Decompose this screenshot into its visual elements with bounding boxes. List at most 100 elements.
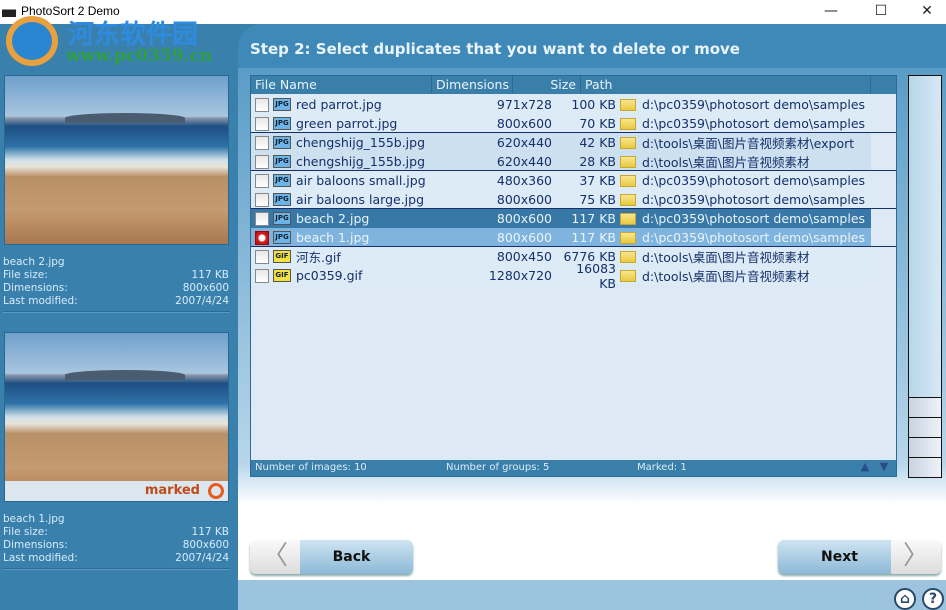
gif-file-icon: GIF: [273, 269, 291, 282]
file-name: green parrot.jpg: [296, 116, 398, 131]
row-checkbox[interactable]: [255, 154, 269, 169]
file-name: beach 1.jpg: [296, 230, 370, 245]
dimensions: 800x600: [496, 230, 552, 245]
divider: [3, 568, 230, 570]
chevron-left-icon: 〈: [250, 540, 300, 574]
row-checkbox[interactable]: [255, 249, 269, 264]
col-path[interactable]: Path: [581, 76, 871, 94]
path: d:\pc0359\photosort demo\samples: [642, 173, 866, 188]
table-row[interactable]: JPG beach 2.jpg 800x600 117 KB d:\pc0359\pho…: [251, 209, 871, 228]
col-file-name[interactable]: File Name: [251, 76, 432, 94]
gif-file-icon: GIF: [273, 250, 291, 263]
chevron-right-icon: 〉: [891, 540, 941, 574]
table-row[interactable]: JPG chengshijg_155b.jpg 620x440 28 KB d:\too…: [251, 152, 871, 171]
row-checkbox[interactable]: [255, 135, 269, 150]
close-button[interactable]: ✕: [904, 0, 946, 24]
folder-icon: [620, 98, 636, 111]
col-size[interactable]: Size: [513, 76, 581, 94]
marked-count: Marked: 1: [637, 462, 687, 473]
file-name: chengshijg_155b.jpg: [296, 135, 426, 150]
back-button[interactable]: 〈 Back: [250, 540, 413, 574]
table-row[interactable]: JPG air baloons small.jpg 480x360 37 KB d:\p…: [251, 171, 871, 190]
folder-icon: [620, 193, 636, 206]
next-button[interactable]: Next 〉: [778, 540, 941, 574]
table-row[interactable]: JPG beach 1.jpg 800x600 117 KB d:\pc0359\pho…: [251, 228, 871, 247]
table-row[interactable]: JPG chengshijg_155b.jpg 620x440 42 KB d:\too…: [251, 133, 871, 152]
vertical-scrollbar[interactable]: [908, 75, 942, 478]
file-name: pc0359.gif: [296, 268, 363, 283]
label: File size:: [3, 269, 48, 281]
file-name: air baloons small.jpg: [296, 173, 426, 188]
group-count: Number of groups: 5: [446, 462, 550, 473]
move-down-icon[interactable]: ▼: [877, 460, 891, 474]
move-up-icon[interactable]: ▲: [858, 460, 872, 474]
row-checkbox[interactable]: [255, 116, 269, 131]
row-checkbox[interactable]: [255, 97, 269, 112]
size: 37 KB: [579, 173, 616, 188]
size: 42 KB: [579, 135, 616, 150]
preview-info-1: beach 2.jpg File size: 117 KB Dimensions:…: [3, 256, 229, 308]
row-checkbox[interactable]: [255, 173, 269, 188]
status-bar: Number of images: 10 Number of groups: 5…: [251, 460, 896, 476]
table-row[interactable]: JPG green parrot.jpg 800x600 70 KB d:\pc0359…: [251, 114, 871, 133]
preview-image-2: marked: [4, 332, 229, 502]
marked-icon: [208, 483, 224, 499]
window-title: PhotoSort 2 Demo: [21, 4, 120, 18]
label: Last modified:: [3, 552, 78, 564]
label: Dimensions:: [3, 282, 68, 294]
folder-icon: [620, 155, 636, 168]
size: 100 KB: [571, 97, 616, 112]
row-checkbox[interactable]: [255, 192, 269, 207]
col-dimensions[interactable]: Dimensions: [432, 76, 513, 94]
jpg-file-icon: JPG: [273, 117, 291, 130]
row-checkbox[interactable]: [255, 268, 269, 283]
path: d:\pc0359\photosort demo\samples: [642, 192, 866, 207]
value: 117 KB: [191, 526, 229, 538]
file-name: beach 1.jpg: [3, 513, 65, 525]
path: d:\pc0359\photosort demo\samples: [642, 230, 866, 245]
size: 117 KB: [571, 211, 616, 226]
size: 117 KB: [571, 230, 616, 245]
jpg-file-icon: JPG: [273, 193, 291, 206]
back-label: Back: [332, 549, 371, 565]
file-name: 河东.gif: [296, 250, 341, 265]
file-name: beach 2.jpg: [296, 211, 370, 226]
value: 117 KB: [191, 269, 229, 281]
size: 70 KB: [579, 116, 616, 131]
size: 28 KB: [579, 154, 616, 169]
file-name: chengshijg_155b.jpg: [296, 154, 426, 169]
preview-info-2: beach 1.jpg File size: 117 KB Dimensions:…: [3, 513, 229, 565]
value: 2007/4/24: [175, 295, 229, 307]
help-icon[interactable]: ?: [922, 588, 944, 610]
row-checkbox[interactable]: [255, 230, 269, 245]
folder-icon: [620, 174, 636, 187]
folder-icon: [620, 269, 636, 282]
jpg-file-icon: JPG: [273, 136, 291, 149]
maximize-button[interactable]: ☐: [858, 0, 904, 24]
next-label: Next: [821, 549, 858, 565]
image-count: Number of images: 10: [255, 462, 367, 473]
file-name: beach 2.jpg: [3, 256, 65, 268]
table-header: File Name Dimensions Size Path: [251, 76, 896, 94]
title-bar: PhotoSort 2 Demo — ☐ ✕: [0, 0, 946, 24]
dimensions: 800x450: [496, 249, 552, 264]
size: 75 KB: [579, 192, 616, 207]
folder-icon: [620, 212, 636, 225]
dimensions: 800x600: [496, 116, 552, 131]
table-row[interactable]: GIF pc0359.gif 1280x720 16083 KB d:\tools\桌面…: [251, 261, 871, 291]
table-row[interactable]: JPG red parrot.jpg 971x728 100 KB d:\pc0359\…: [251, 95, 871, 114]
preview-panel: beach 2.jpg File size: 117 KB Dimensions:…: [0, 24, 238, 610]
dimensions: 480x360: [496, 173, 552, 188]
path: d:\pc0359\photosort demo\samples: [642, 211, 866, 226]
basket-icon[interactable]: ⌂: [894, 588, 916, 610]
row-checkbox[interactable]: [255, 211, 269, 226]
dimensions: 620x440: [496, 135, 552, 150]
minimize-button[interactable]: —: [808, 0, 854, 24]
jpg-file-icon: JPG: [273, 155, 291, 168]
path: d:\pc0359\photosort demo\samples: [642, 116, 866, 131]
value: 800x600: [182, 282, 229, 294]
dimensions: 800x600: [496, 192, 552, 207]
path: d:\tools\桌面\图片音视频素材\export: [642, 136, 855, 151]
jpg-file-icon: JPG: [273, 174, 291, 187]
table-row[interactable]: JPG air baloons large.jpg 800x600 75 KB d:\p…: [251, 190, 871, 209]
